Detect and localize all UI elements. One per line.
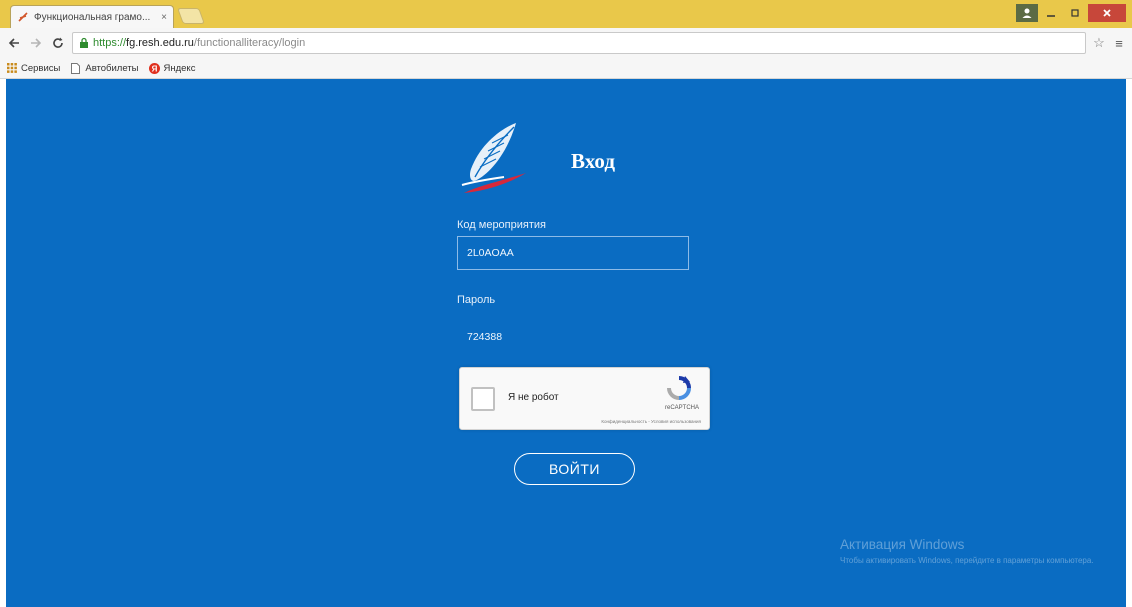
tab-close-icon[interactable]: × bbox=[161, 12, 167, 23]
password-label: Пароль bbox=[457, 294, 496, 306]
login-button[interactable]: ВОЙТИ bbox=[514, 453, 635, 485]
back-arrow-icon[interactable] bbox=[6, 35, 22, 51]
url-scheme: https:// bbox=[93, 37, 127, 49]
login-page: Вход Код мероприятия 2L0AOAA Пароль 7243… bbox=[6, 79, 1126, 607]
window-controls bbox=[1016, 4, 1126, 22]
yandex-icon: Я bbox=[148, 62, 160, 74]
recaptcha-links[interactable]: Конфиденциальность - Условия использован… bbox=[601, 419, 701, 424]
bookmark-label: Яндекс bbox=[163, 62, 196, 74]
bookmark-yandex[interactable]: Я Яндекс bbox=[148, 62, 196, 74]
bookmark-services[interactable]: Сервисы bbox=[6, 63, 60, 74]
recaptcha-checkbox[interactable] bbox=[471, 387, 495, 411]
watermark-title: Активация Windows bbox=[840, 537, 965, 552]
recaptcha-logo-icon bbox=[667, 376, 691, 400]
password-input[interactable]: 724388 bbox=[457, 323, 689, 351]
event-code-input[interactable]: 2L0AOAA bbox=[457, 236, 689, 270]
watermark-text: Чтобы активировать Windows, перейдите в … bbox=[840, 556, 1094, 565]
recaptcha-label: Я не робот bbox=[508, 392, 559, 403]
bookmark-tickets[interactable]: Автобилеты bbox=[70, 62, 139, 74]
close-window-button[interactable] bbox=[1088, 4, 1126, 22]
restore-window-button[interactable] bbox=[1064, 4, 1086, 22]
tab-title: Функциональная грамо... bbox=[34, 11, 151, 23]
url-path: /functionalliteracy/login bbox=[193, 37, 306, 49]
apps-grid-icon bbox=[6, 63, 17, 74]
svg-text:Я: Я bbox=[151, 64, 157, 73]
browser-tab[interactable]: Функциональная грамо... × bbox=[10, 5, 174, 28]
address-bar[interactable]: https://fg.resh.edu.ru/functionalliterac… bbox=[72, 32, 1086, 54]
browser-titlebar: Функциональная грамо... × bbox=[0, 0, 1132, 28]
new-tab-button[interactable] bbox=[177, 8, 205, 24]
event-code-label: Код мероприятия bbox=[457, 219, 546, 231]
windows-activation-watermark: Активация Windows Чтобы активировать Win… bbox=[840, 537, 1100, 566]
bookmarks-bar: Сервисы Автобилеты Я Яндекс bbox=[0, 58, 1132, 79]
recaptcha-brand: reCAPTCHA bbox=[664, 405, 699, 411]
recaptcha-widget: Я не робот reCAPTCHA Конфиденциальность … bbox=[459, 367, 710, 430]
forward-arrow-icon[interactable] bbox=[28, 35, 44, 51]
browser-toolbar: https://fg.resh.edu.ru/functionalliterac… bbox=[0, 28, 1132, 58]
page-icon bbox=[70, 62, 81, 74]
site-favicon-icon bbox=[17, 11, 29, 23]
minimize-window-button[interactable] bbox=[1040, 4, 1062, 22]
browser-menu-icon[interactable]: ≡ bbox=[1112, 36, 1126, 51]
bookmark-star-icon[interactable]: ☆ bbox=[1092, 35, 1106, 51]
bookmark-label: Автобилеты bbox=[85, 62, 139, 74]
user-profile-icon[interactable] bbox=[1016, 4, 1038, 22]
url-host: fg.resh.edu.ru bbox=[126, 37, 194, 49]
quill-logo-icon bbox=[461, 123, 526, 193]
reload-icon[interactable] bbox=[50, 35, 66, 51]
secure-lock-icon bbox=[78, 37, 89, 49]
page-title: Вход bbox=[571, 149, 615, 173]
bookmark-label: Сервисы bbox=[21, 62, 61, 74]
